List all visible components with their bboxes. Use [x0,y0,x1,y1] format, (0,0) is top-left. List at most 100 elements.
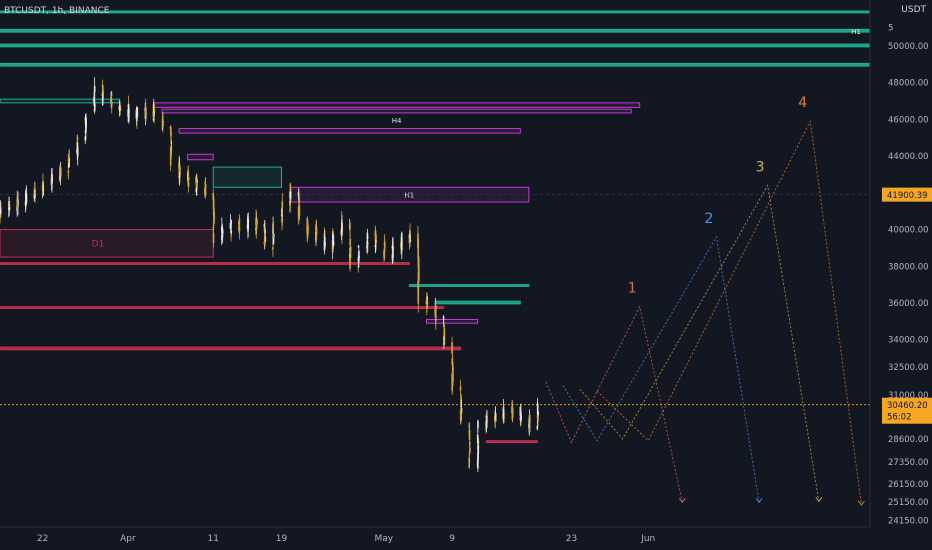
x-tick-label: May [375,534,394,544]
price-chart[interactable]: H1H4H1D1123424150.0025150.0026150.002735… [0,0,932,550]
candle-body [502,409,505,416]
candle-body [0,208,2,214]
candle-body [391,247,394,251]
candle-body [408,235,411,239]
chart-area[interactable]: H1 H4 H1 D1 1 2 3 4 24150.00 25150.00 26150.00 2735… [0,0,932,550]
candle-body [298,214,300,219]
y-tick-label: 48000.00 [888,79,929,89]
zone-2 [0,43,871,48]
candle-body [212,233,215,243]
zone-11 [0,229,214,258]
candle-body [502,416,505,419]
x-tick-label: Jun [640,534,655,544]
symbol-label: BTCUSDT, 1h, BINANCE [4,6,110,16]
zone-4 [153,102,641,108]
zone-18 [485,440,538,444]
candle-body [110,102,113,106]
candle-body [101,99,104,101]
candle-body [162,120,164,128]
wave-path-4 [596,119,862,506]
y-tick-label: 40000.00 [888,226,929,236]
zone-5 [161,108,632,114]
candle-body [16,201,19,209]
candle-body [468,441,471,445]
candle-body [195,188,198,192]
y-tick-label: 36000.00 [888,299,929,309]
y-tick-label: 38000.00 [888,262,929,272]
zone-1 [0,28,871,33]
candle-body [315,233,318,236]
wave-path-3 [579,184,820,502]
candle-body [459,409,462,421]
zone-16 [425,319,479,324]
zone-13 [408,284,530,287]
candle-body [459,386,462,391]
candle-body [306,229,309,236]
candle-body [42,181,44,184]
candle-body [494,412,497,417]
candle-body [451,382,454,386]
candle-body [511,408,514,418]
currency-label[interactable]: USDT [901,5,926,15]
y-tick-label: 46000.00 [888,115,929,125]
candle-body [230,220,232,225]
wave-label-1: 1 [628,281,637,297]
wave-arrow-2 [755,497,763,503]
countdown-text: 56:02 [887,413,912,423]
candle-body [67,155,70,157]
wave-arrow-3 [815,497,823,503]
candle-body [272,222,275,231]
candle-body [263,237,266,247]
candle-body [84,116,87,125]
time-axis [0,527,932,550]
zone-14 [434,300,521,305]
x-tick-label: 23 [566,534,577,544]
candle-body [460,422,462,424]
candle-body [519,417,522,421]
candle-body [153,116,155,118]
candle-body [383,249,386,252]
y-tick-label: 34000.00 [888,336,929,346]
crosshair-price-text: 41900.39 [887,191,928,201]
zone-17 [0,346,462,351]
candle-body [289,183,292,191]
candle-body [349,222,351,231]
candle-body [213,212,215,221]
y-tick-label: 50000.00 [888,42,929,52]
y-tick-label: 44000.00 [888,152,929,162]
candle-body [443,343,445,345]
zone-12 [0,262,410,265]
candle-body [341,222,343,230]
x-tick-label: 9 [449,534,455,544]
y-tick-label: 27350.00 [888,458,929,468]
wave-label-2: 2 [704,211,713,227]
candle-body [417,238,419,260]
candle-body [374,244,377,246]
candle-body [323,244,326,251]
current-price-text: 30460.20 [887,401,928,411]
candle-body [16,197,19,199]
candle-body [238,220,240,224]
candle-body [135,113,138,117]
x-tick-label: 22 [37,534,48,544]
candle-body [93,85,96,93]
candle-body [76,137,79,140]
candle-body [468,460,471,462]
wave-label-4: 4 [798,95,807,111]
candle-body [536,403,539,415]
candle-body [477,420,479,428]
zone-label-10: H1 [405,192,415,200]
candle-body [230,230,233,234]
y-tick-label: 5 [888,24,893,34]
zone-label-5: H4 [392,117,402,125]
candle-body [485,423,488,427]
zone-6 [178,128,521,134]
candle-body [289,191,291,199]
zone-label-11: D1 [92,239,105,249]
candle-body [417,285,420,304]
candle-body [221,229,223,230]
candle-body [400,233,403,239]
zone-15 [0,306,445,309]
candle-body [59,166,61,170]
x-tick-label: 11 [208,534,219,544]
